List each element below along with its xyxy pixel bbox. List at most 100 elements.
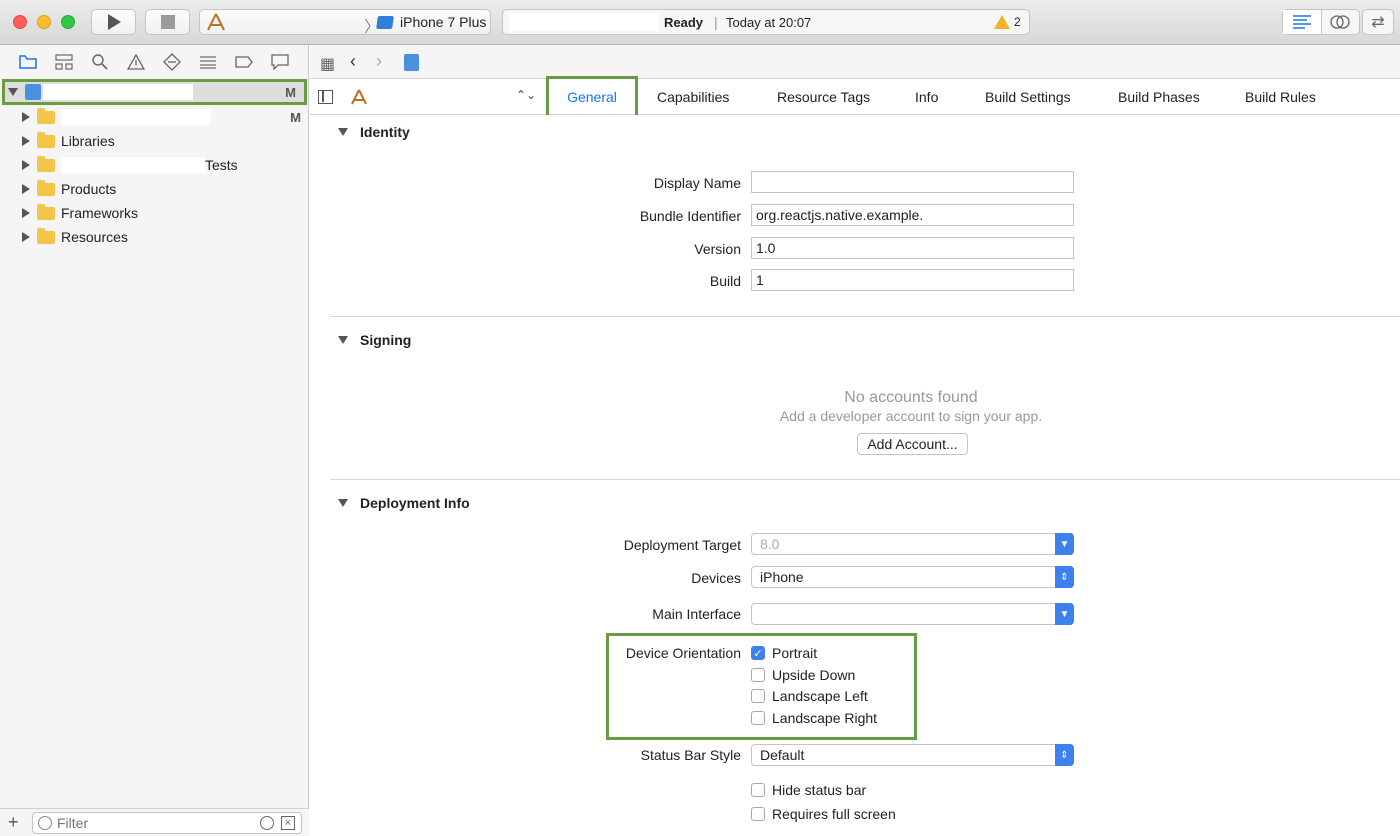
app-target-icon xyxy=(207,13,225,31)
updown-chevron-icon[interactable]: ⇕ xyxy=(1055,744,1074,766)
filter-input[interactable] xyxy=(57,815,247,831)
main-interface-combo[interactable]: ▼ xyxy=(751,603,1074,625)
recent-files-icon[interactable] xyxy=(260,816,274,830)
file-tree: M M Libraries Tests Products Frameworks … xyxy=(0,79,309,249)
general-settings: Identity Display Name Bundle Identifier … xyxy=(310,115,1400,836)
warning-count[interactable]: 2 xyxy=(1014,15,1021,29)
tab-info[interactable]: Info xyxy=(915,89,938,105)
disclosure-triangle-icon[interactable] xyxy=(338,128,348,136)
bundle-identifier-field[interactable]: org.reactjs.native.example. xyxy=(751,204,1074,226)
chevron-down-icon[interactable]: ▼ xyxy=(1055,533,1074,555)
landscape-right-checkbox[interactable]: Landscape Right xyxy=(751,710,877,726)
tree-item-label: Libraries xyxy=(61,133,115,149)
tab-build-phases[interactable]: Build Phases xyxy=(1118,89,1200,105)
add-icon[interactable]: + xyxy=(8,812,19,833)
stop-icon xyxy=(160,15,175,29)
stop-button[interactable] xyxy=(145,9,190,35)
chevron-down-icon[interactable]: ▼ xyxy=(1055,603,1074,625)
portrait-checkbox[interactable]: ✓ Portrait xyxy=(751,645,817,661)
disclosure-triangle-icon[interactable] xyxy=(338,499,348,507)
status-bar-style-popup[interactable]: Default ⇕ xyxy=(751,744,1074,766)
tree-item-app-group[interactable]: M xyxy=(0,105,309,129)
tree-item-resources[interactable]: Resources xyxy=(0,225,309,249)
warning-icon[interactable] xyxy=(994,15,1010,29)
display-name-field[interactable] xyxy=(751,171,1074,193)
test-navigator-icon[interactable] xyxy=(154,45,190,79)
report-navigator-icon[interactable] xyxy=(262,45,298,79)
related-items-icon[interactable]: ▦ xyxy=(320,54,335,74)
devices-popup[interactable]: iPhone ⇕ xyxy=(751,566,1074,588)
symbol-navigator-icon[interactable] xyxy=(46,45,82,79)
redacted-project-name xyxy=(509,13,659,31)
target-selector-icon[interactable]: ⌃⌄ xyxy=(516,88,536,102)
version-field[interactable]: 1.0 xyxy=(751,237,1074,259)
project-file-icon[interactable] xyxy=(404,54,419,71)
tab-build-rules[interactable]: Build Rules xyxy=(1245,89,1316,105)
checkbox-label: Hide status bar xyxy=(772,782,867,798)
tree-item-products[interactable]: Products xyxy=(0,177,309,201)
scm-filter-icon[interactable]: × xyxy=(281,816,295,830)
disclosure-triangle-icon[interactable] xyxy=(22,184,30,194)
tree-item-tests[interactable]: Tests xyxy=(0,153,309,177)
disclosure-triangle-icon[interactable] xyxy=(22,136,30,146)
identity-section-header[interactable]: Identity xyxy=(338,124,410,140)
sidebar-toggle-icon[interactable] xyxy=(318,90,333,104)
requires-full-screen-checkbox[interactable]: Requires full screen xyxy=(751,806,896,822)
folder-icon xyxy=(37,227,55,244)
checkbox-unchecked-icon[interactable] xyxy=(751,807,765,821)
back-arrow-icon[interactable]: ‹ xyxy=(350,51,356,72)
editor-tab-bar: ⌃⌄ General Capabilities Resource Tags In… xyxy=(310,76,1400,118)
assistant-editor-icon[interactable] xyxy=(1322,10,1360,34)
disclosure-triangle-icon[interactable] xyxy=(8,88,18,96)
tree-item-project[interactable]: M xyxy=(2,79,307,105)
disclosure-triangle-icon[interactable] xyxy=(338,336,348,344)
scheme-selector[interactable]: 〉 iPhone 7 Plus xyxy=(199,9,491,36)
breakpoint-navigator-icon[interactable] xyxy=(226,45,262,79)
landscape-left-checkbox[interactable]: Landscape Left xyxy=(751,688,868,704)
disclosure-triangle-icon[interactable] xyxy=(22,232,30,242)
folder-icon xyxy=(37,155,55,172)
deployment-section-header[interactable]: Deployment Info xyxy=(338,495,470,511)
redacted-group-name xyxy=(61,109,211,125)
disclosure-triangle-icon[interactable] xyxy=(22,208,30,218)
checkbox-unchecked-icon[interactable] xyxy=(751,783,765,797)
filter-field[interactable]: × xyxy=(32,812,302,834)
zoom-window-button[interactable] xyxy=(61,15,75,29)
version-editor-icon[interactable]: ⇄ xyxy=(1362,9,1394,35)
issue-navigator-icon[interactable] xyxy=(118,45,154,79)
checkbox-unchecked-icon[interactable] xyxy=(751,711,765,725)
app-target-icon[interactable] xyxy=(350,89,368,105)
tab-capabilities[interactable]: Capabilities xyxy=(657,89,729,105)
checkbox-unchecked-icon[interactable] xyxy=(751,668,765,682)
tab-build-settings[interactable]: Build Settings xyxy=(985,89,1071,105)
close-window-button[interactable] xyxy=(13,15,27,29)
build-field[interactable]: 1 xyxy=(751,269,1074,291)
deployment-target-combo[interactable]: 8.0 ▼ xyxy=(751,533,1074,555)
folder-navigator-icon[interactable] xyxy=(10,45,46,79)
checkbox-checked-icon[interactable]: ✓ xyxy=(751,646,765,660)
checkbox-unchecked-icon[interactable] xyxy=(751,689,765,703)
section-title: Identity xyxy=(360,124,410,140)
folder-icon xyxy=(37,131,55,148)
upside-down-checkbox[interactable]: Upside Down xyxy=(751,667,855,683)
run-button[interactable] xyxy=(91,9,136,35)
debug-navigator-icon[interactable] xyxy=(190,45,226,79)
forward-arrow-icon[interactable]: › xyxy=(376,51,382,72)
updown-chevron-icon[interactable]: ⇕ xyxy=(1055,566,1074,588)
add-account-button[interactable]: Add Account... xyxy=(857,433,968,455)
device-icon xyxy=(376,16,394,29)
tree-item-libraries[interactable]: Libraries xyxy=(0,129,309,153)
tab-general[interactable]: General xyxy=(546,76,638,118)
tree-item-frameworks[interactable]: Frameworks xyxy=(0,201,309,225)
no-accounts-message: No accounts found xyxy=(844,389,978,406)
disclosure-triangle-icon[interactable] xyxy=(22,160,30,170)
signing-section-header[interactable]: Signing xyxy=(338,332,411,348)
disclosure-triangle-icon[interactable] xyxy=(22,112,30,122)
minimize-window-button[interactable] xyxy=(37,15,51,29)
version-label: Version xyxy=(694,241,741,257)
modified-badge: M xyxy=(285,84,296,100)
hide-status-bar-checkbox[interactable]: Hide status bar xyxy=(751,782,866,798)
standard-editor-icon[interactable] xyxy=(1283,10,1322,34)
search-icon[interactable] xyxy=(82,45,118,79)
tab-resource-tags[interactable]: Resource Tags xyxy=(777,89,870,105)
